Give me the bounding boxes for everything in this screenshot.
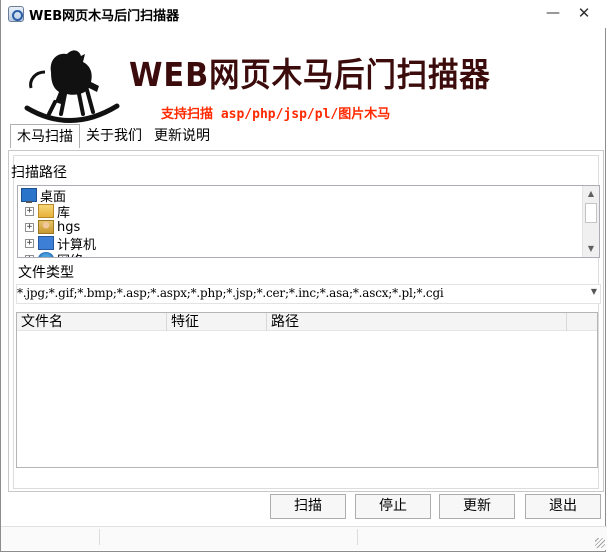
results-list[interactable]: 文件名 特征 路径 (16, 312, 598, 468)
network-icon (38, 252, 54, 257)
banner-subtitle: 支持扫描 asp/php/jsp/pl/图片木马 (161, 107, 391, 122)
expand-icon[interactable]: + (25, 254, 34, 257)
computer-icon (38, 236, 54, 250)
minimize-button[interactable]: — (539, 2, 567, 24)
stop-button[interactable]: 停止 (355, 494, 431, 519)
tab-trojan-scan[interactable]: 木马扫描 (10, 124, 80, 148)
expand-icon[interactable]: + (25, 238, 34, 248)
main-window: WEB网页木马后门扫描器 — ✕ WEB网页木马后门扫描器 支持扫描 asp/p… (0, 0, 607, 552)
close-button[interactable]: ✕ (570, 2, 598, 24)
tab-bar: 木马扫描 关于我们 更新说明 (10, 124, 216, 148)
file-type-value[interactable]: *.jpg;*.gif;*.bmp;*.asp;*.aspx;*.php;*.j… (17, 286, 444, 300)
results-header: 文件名 特征 路径 (17, 313, 597, 331)
file-type-combobox[interactable]: *.jpg;*.gif;*.bmp;*.asp;*.aspx;*.php;*.j… (16, 284, 601, 304)
tab-about-us[interactable]: 关于我们 (80, 124, 148, 148)
tree-item-label: 网络 (57, 250, 83, 258)
scan-path-label: 扫描路径 (11, 165, 67, 181)
rocking-horse-logo-icon (24, 50, 120, 123)
title-bar: WEB网页木马后门扫描器 — ✕ (1, 0, 607, 28)
scroll-up-icon[interactable]: ▲ (583, 186, 599, 202)
resize-grip-icon[interactable] (595, 538, 605, 548)
scan-button[interactable]: 扫描 (270, 494, 346, 519)
update-button[interactable]: 更新 (439, 494, 515, 519)
file-type-label: 文件类型 (18, 265, 74, 281)
tree-item-label: 库 (57, 205, 71, 221)
exit-button[interactable]: 退出 (525, 494, 601, 519)
tree-item-library[interactable]: + 库 (25, 203, 71, 221)
banner: WEB网页木马后门扫描器 支持扫描 asp/php/jsp/pl/图片木马 (1, 28, 607, 123)
tree-item-label: hgs (57, 219, 81, 235)
expand-icon[interactable]: + (25, 206, 34, 216)
tree-item-network[interactable]: + 网络 (25, 250, 83, 258)
column-header-signature[interactable]: 特征 (167, 313, 267, 331)
status-separator (357, 529, 358, 545)
scan-path-tree[interactable]: 桌面 + 库 + hgs + 计算机 + 网络 ▲ ▼ (17, 185, 600, 258)
status-separator (99, 529, 100, 545)
tree-scrollbar[interactable]: ▲ ▼ (582, 186, 599, 257)
desktop-icon (21, 188, 37, 203)
user-folder-icon (38, 220, 54, 234)
column-header-path[interactable]: 路径 (267, 313, 567, 331)
column-header-filename[interactable]: 文件名 (17, 313, 167, 331)
chevron-down-icon[interactable]: ▼ (591, 287, 597, 296)
scroll-down-icon[interactable]: ▼ (583, 241, 599, 257)
app-scan-icon (8, 6, 24, 22)
banner-title: WEB网页木马后门扫描器 (129, 55, 491, 94)
status-bar (1, 526, 607, 550)
window-title: WEB网页木马后门扫描器 (29, 9, 180, 24)
expand-icon[interactable]: + (25, 222, 34, 232)
library-icon (38, 204, 54, 218)
tab-update-notes[interactable]: 更新说明 (148, 124, 216, 148)
scroll-thumb[interactable] (585, 203, 597, 223)
